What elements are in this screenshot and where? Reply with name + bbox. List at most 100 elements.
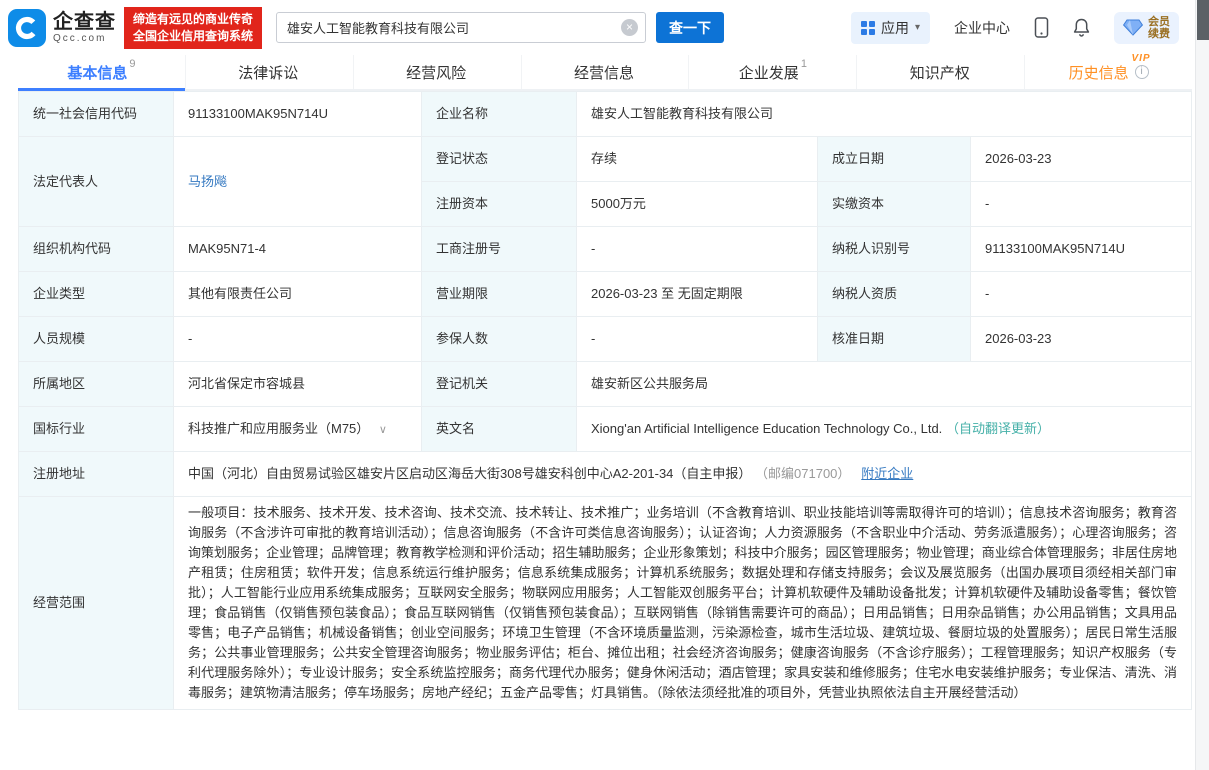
- field-label-registered-address: 注册地址: [19, 452, 174, 497]
- tab-count-badge: 9: [129, 58, 135, 70]
- apps-menu-button[interactable]: 应用 ▾: [851, 12, 930, 44]
- qcc-logo[interactable]: 企查查 Qcc.com: [8, 9, 116, 47]
- qcc-company-page: 企查查 Qcc.com 缔造有远见的商业传奇 全国企业信用查询系统 × 查一下: [0, 0, 1209, 770]
- field-label-industry: 国标行业: [19, 407, 174, 452]
- logo-domain: Qcc.com: [53, 33, 116, 44]
- chevron-down-icon[interactable]: ∨: [379, 424, 387, 436]
- table-row: 法定代表人 马扬飚 登记状态 存续 成立日期 2026-03-23: [19, 137, 1192, 182]
- table-row: 经营范围 一般项目：技术服务、技术开发、技术咨询、技术交流、技术转让、技术推广；…: [19, 497, 1192, 710]
- registered-address-value: 中国（河北）自由贸易试验区雄安片区启动区海岳大街308号雄安科创中心A2-201…: [188, 466, 751, 481]
- field-label-registered-capital: 注册资本: [422, 182, 577, 227]
- field-label-business-scope: 经营范围: [19, 497, 174, 710]
- field-label-registration-status: 登记状态: [422, 137, 577, 182]
- tab-label: 基本信息: [67, 65, 127, 82]
- logo-text: 企查查 Qcc.com: [53, 11, 116, 44]
- field-label-business-registration-no: 工商注册号: [422, 227, 577, 272]
- field-value-approval-date: 2026-03-23: [971, 317, 1192, 362]
- vip-renew-button[interactable]: 会员 续费: [1114, 12, 1179, 44]
- field-value-registration-status: 存续: [577, 137, 818, 182]
- english-name-value: Xiong'an Artificial Intelligence Educati…: [591, 421, 942, 436]
- scrollbar-thumb[interactable]: [1197, 0, 1209, 40]
- field-value-organization-code: MAK95N71-4: [174, 227, 422, 272]
- enterprise-center-link[interactable]: 企业中心: [954, 18, 1010, 38]
- tab-label: 经营风险: [406, 65, 466, 82]
- field-value-taxpayer-id: 91133100MAK95N714U: [971, 227, 1192, 272]
- field-label-company-type: 企业类型: [19, 272, 174, 317]
- field-label-registration-authority: 登记机关: [422, 362, 577, 407]
- field-value-business-registration-no: -: [577, 227, 818, 272]
- search-box: ×: [276, 12, 646, 43]
- field-value-taxpayer-qualification: -: [971, 272, 1192, 317]
- notification-bell-icon[interactable]: [1073, 18, 1090, 37]
- search-bar: × 查一下: [276, 12, 724, 43]
- field-value-paid-in-capital: -: [971, 182, 1192, 227]
- nearby-companies-link[interactable]: 附近企业: [861, 466, 913, 481]
- tab-business-risk[interactable]: 经营风险: [354, 55, 522, 89]
- field-label-business-term: 营业期限: [422, 272, 577, 317]
- tab-basic-info[interactable]: 基本信息9: [18, 55, 186, 89]
- field-label-establishment-date: 成立日期: [818, 137, 971, 182]
- field-value-legal-representative: 马扬飚: [174, 137, 422, 227]
- table-row: 组织机构代码 MAK95N71-4 工商注册号 - 纳税人识别号 9113310…: [19, 227, 1192, 272]
- apps-menu-label: 应用: [881, 18, 909, 38]
- field-value-company-type: 其他有限责任公司: [174, 272, 422, 317]
- field-value-company-name: 雄安人工智能教育科技有限公司: [577, 92, 1192, 137]
- logo-title: 企查查: [53, 11, 116, 33]
- tab-count-badge: 1: [801, 58, 807, 70]
- field-label-legal-representative: 法定代表人: [19, 137, 174, 227]
- slogan-line-2: 全国企业信用查询系统: [133, 28, 253, 45]
- table-row: 国标行业 科技推广和应用服务业（M75） ∨ 英文名 Xiong'an Arti…: [19, 407, 1192, 452]
- clear-search-icon[interactable]: ×: [621, 19, 638, 36]
- field-value-unified-code: 91133100MAK95N714U: [174, 92, 422, 137]
- field-label-company-name: 企业名称: [422, 92, 577, 137]
- vip-renew-label: 会员 续费: [1148, 16, 1170, 40]
- tab-intellectual-property[interactable]: 知识产权: [857, 55, 1025, 89]
- field-label-region: 所属地区: [19, 362, 174, 407]
- basic-info-section: 统一社会信用代码 91133100MAK95N714U 企业名称 雄安人工智能教…: [0, 91, 1209, 710]
- vip-tag: VIP: [1131, 53, 1150, 64]
- search-button[interactable]: 查一下: [656, 12, 724, 43]
- postal-code-note: （邮编071700）: [755, 466, 850, 481]
- field-label-approval-date: 核准日期: [818, 317, 971, 362]
- company-info-table: 统一社会信用代码 91133100MAK95N714U 企业名称 雄安人工智能教…: [18, 91, 1192, 710]
- field-value-insured-count: -: [577, 317, 818, 362]
- field-value-establishment-date: 2026-03-23: [971, 137, 1192, 182]
- field-label-organization-code: 组织机构代码: [19, 227, 174, 272]
- table-row: 注册地址 中国（河北）自由贸易试验区雄安片区启动区海岳大街308号雄安科创中心A…: [19, 452, 1192, 497]
- field-label-taxpayer-qualification: 纳税人资质: [818, 272, 971, 317]
- field-value-industry: 科技推广和应用服务业（M75） ∨: [174, 407, 422, 452]
- auto-translate-note: （自动翻译更新）: [946, 421, 1050, 436]
- qcc-logo-icon: [8, 9, 46, 47]
- tab-label: 企业发展: [739, 65, 799, 82]
- detail-tabs: 基本信息9 法律诉讼 经营风险 经营信息 企业发展1 知识产权: [18, 55, 1192, 91]
- tab-history-info[interactable]: VIP 历史信息 i: [1025, 55, 1192, 89]
- tab-legal-litigation[interactable]: 法律诉讼: [186, 55, 354, 89]
- legal-representative-link[interactable]: 马扬飚: [188, 174, 227, 189]
- vertical-scrollbar[interactable]: [1195, 0, 1209, 770]
- field-value-registered-address: 中国（河北）自由贸易试验区雄安片区启动区海岳大街308号雄安科创中心A2-201…: [174, 452, 1192, 497]
- field-value-region: 河北省保定市容城县: [174, 362, 422, 407]
- chevron-down-icon: ▾: [915, 22, 920, 33]
- tab-business-info[interactable]: 经营信息: [522, 55, 690, 89]
- tab-label: 法律诉讼: [238, 65, 298, 82]
- field-label-english-name: 英文名: [422, 407, 577, 452]
- field-value-business-scope: 一般项目：技术服务、技术开发、技术咨询、技术交流、技术转让、技术推广；业务培训（…: [174, 497, 1192, 710]
- tab-label: 历史信息: [1069, 65, 1129, 82]
- field-value-business-term: 2026-03-23 至 无固定期限: [577, 272, 818, 317]
- field-label-taxpayer-id: 纳税人识别号: [818, 227, 971, 272]
- info-circle-icon[interactable]: i: [1135, 65, 1149, 79]
- grid-icon: [861, 21, 875, 35]
- field-label-unified-code: 统一社会信用代码: [19, 92, 174, 137]
- field-label-paid-in-capital: 实缴资本: [818, 182, 971, 227]
- slogan-line-1: 缔造有远见的商业传奇: [133, 11, 253, 28]
- search-input[interactable]: [276, 12, 646, 43]
- table-row: 统一社会信用代码 91133100MAK95N714U 企业名称 雄安人工智能教…: [19, 92, 1192, 137]
- top-header: 企查查 Qcc.com 缔造有远见的商业传奇 全国企业信用查询系统 × 查一下: [0, 0, 1209, 55]
- vip-diamond-icon: [1123, 19, 1143, 36]
- field-value-english-name: Xiong'an Artificial Intelligence Educati…: [577, 407, 1192, 452]
- mobile-app-icon[interactable]: [1034, 17, 1049, 38]
- tab-enterprise-development[interactable]: 企业发展1: [689, 55, 857, 89]
- tab-label: 知识产权: [910, 65, 970, 82]
- table-row: 企业类型 其他有限责任公司 营业期限 2026-03-23 至 无固定期限 纳税…: [19, 272, 1192, 317]
- tab-label: 经营信息: [574, 65, 634, 82]
